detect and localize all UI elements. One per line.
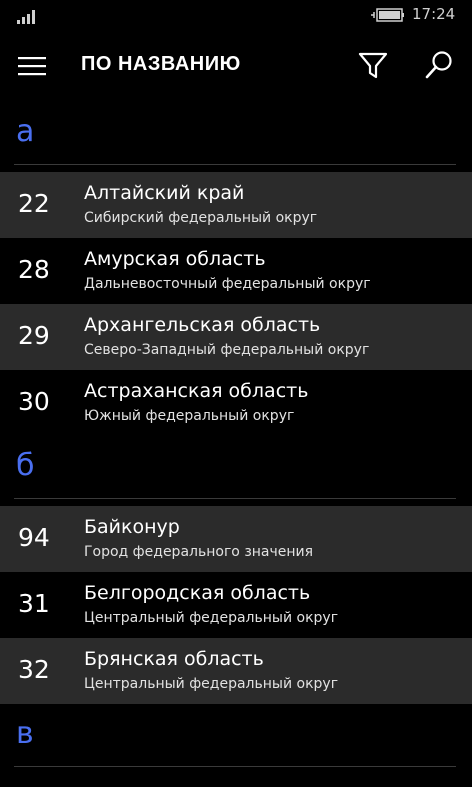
status-time: 17:24 <box>412 5 456 23</box>
region-code: 31 <box>18 589 50 618</box>
list-item[interactable]: 94 Байконур Город федерального значения <box>0 506 472 572</box>
app-bar: ПО НАЗВАНИЮ <box>0 32 472 102</box>
region-code: 29 <box>18 321 50 350</box>
signal-bars-icon <box>17 10 35 24</box>
region-code: 28 <box>18 255 50 284</box>
list-item[interactable]: 30 Астраханская область Южный федеральны… <box>0 370 472 436</box>
region-name: Брянская область <box>84 648 264 670</box>
group-divider <box>14 164 456 165</box>
group-divider <box>14 766 456 767</box>
region-district: Южный федеральный округ <box>84 408 295 424</box>
page-title: ПО НАЗВАНИЮ <box>81 53 241 75</box>
region-list: а 22 Алтайский край Сибирский федеральны… <box>0 102 472 774</box>
group-letter: в <box>16 716 34 751</box>
region-name: Алтайский край <box>84 182 245 204</box>
list-item[interactable]: 28 Амурская область Дальневосточный феде… <box>0 238 472 304</box>
region-district: Город федерального значения <box>84 544 314 560</box>
search-icon[interactable] <box>423 49 455 81</box>
hamburger-menu-icon[interactable] <box>18 54 48 78</box>
group-header-a[interactable]: а <box>0 102 472 172</box>
group-letter: б <box>16 448 35 483</box>
region-code: 30 <box>18 387 50 416</box>
region-name: Белгородская область <box>84 582 311 604</box>
filter-funnel-icon[interactable] <box>357 49 389 81</box>
list-item[interactable]: 29 Архангельская область Северо-Западный… <box>0 304 472 370</box>
group-header-b[interactable]: б <box>0 436 472 506</box>
region-name: Амурская область <box>84 248 266 270</box>
region-district: Дальневосточный федеральный округ <box>84 276 371 292</box>
list-item[interactable]: 32 Брянская область Центральный федераль… <box>0 638 472 704</box>
region-district: Сибирский федеральный округ <box>84 210 318 226</box>
group-header-v[interactable]: в <box>0 704 472 774</box>
region-code: 32 <box>18 655 50 684</box>
region-code: 22 <box>18 189 50 218</box>
group-divider <box>14 498 456 499</box>
group-letter: а <box>16 114 35 149</box>
battery-charging-icon <box>371 8 404 22</box>
region-district: Северо-Западный федеральный округ <box>84 342 370 358</box>
status-bar: 17:24 <box>0 0 472 32</box>
list-item[interactable]: 22 Алтайский край Сибирский федеральный … <box>0 172 472 238</box>
list-item[interactable]: 31 Белгородская область Центральный феде… <box>0 572 472 638</box>
region-name: Архангельская область <box>84 314 321 336</box>
region-name: Байконур <box>84 516 180 538</box>
region-district: Центральный федеральный округ <box>84 676 339 692</box>
region-district: Центральный федеральный округ <box>84 610 339 626</box>
region-name: Астраханская область <box>84 380 309 402</box>
region-code: 94 <box>18 523 50 552</box>
